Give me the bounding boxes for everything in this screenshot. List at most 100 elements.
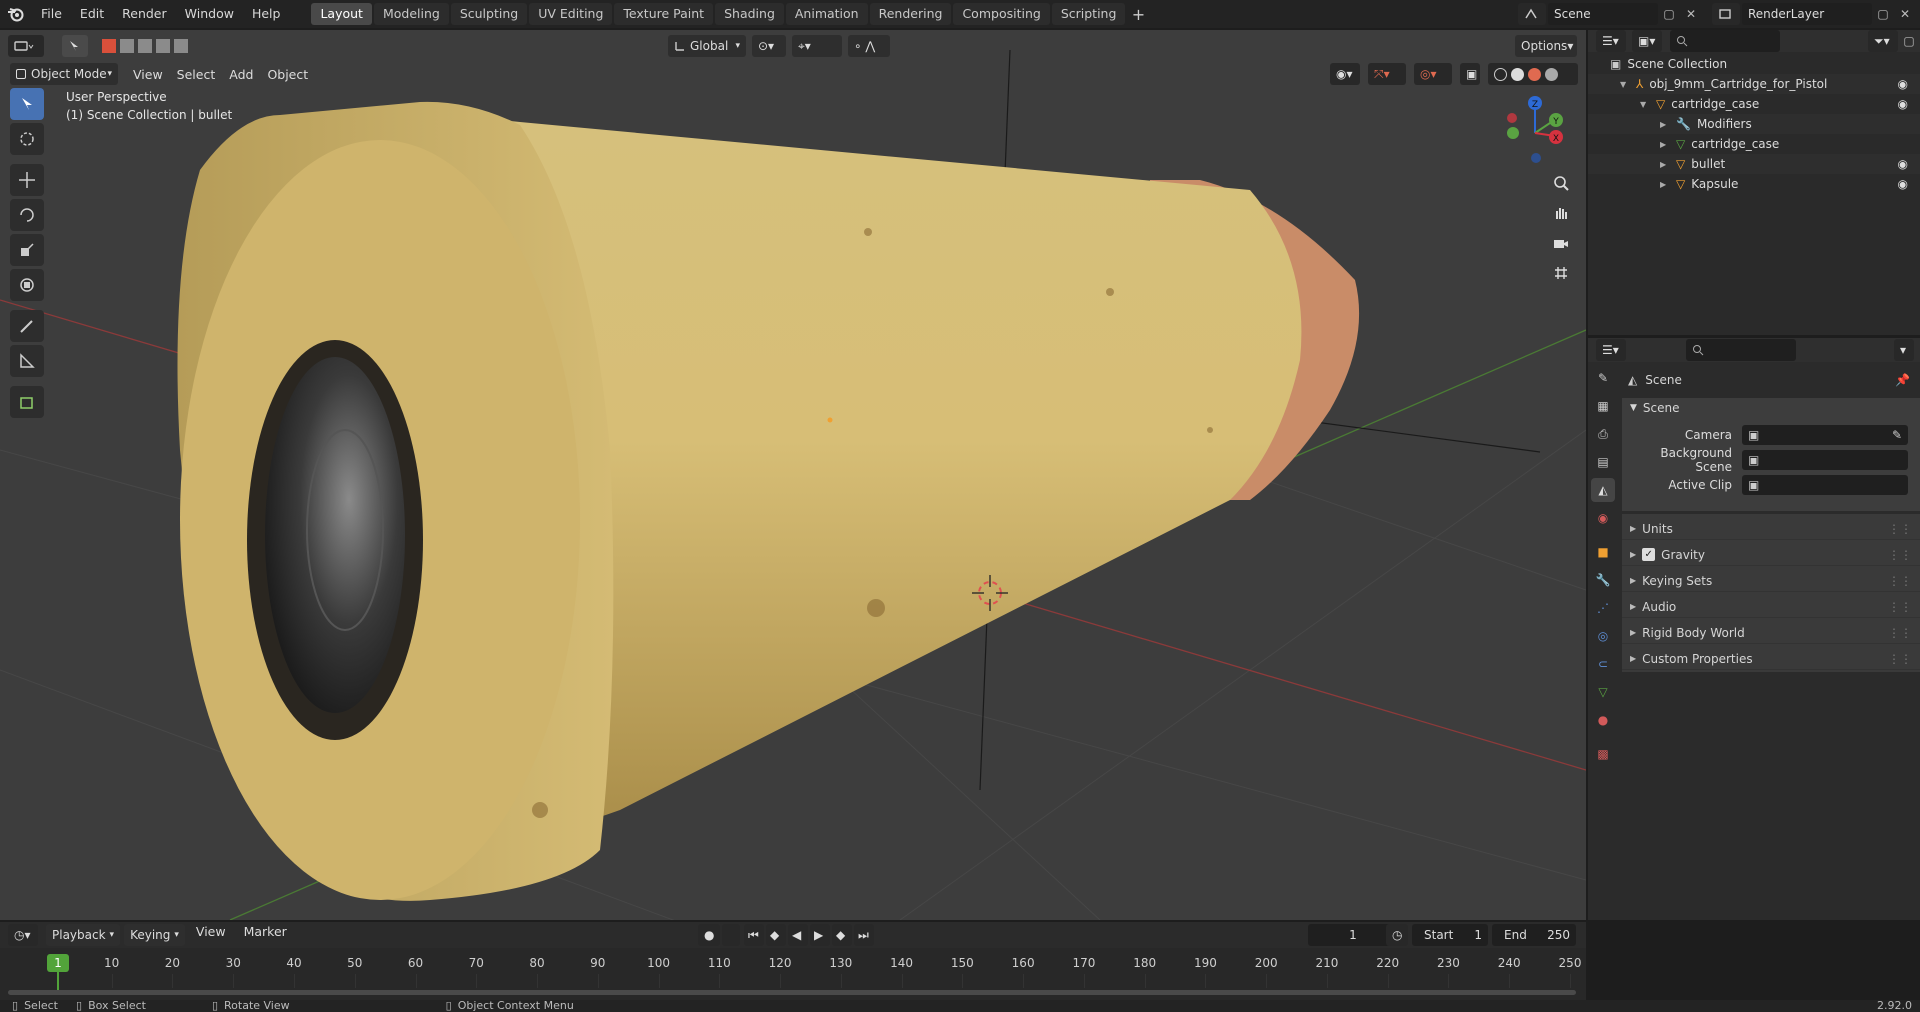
drag-handle-icon[interactable]: ⋮⋮ <box>1888 626 1912 640</box>
delete-view-layer-icon[interactable]: ✕ <box>1894 3 1916 25</box>
transform-orientation-dropdown[interactable]: Global ▾ <box>668 35 746 57</box>
play-button[interactable]: ▶ <box>810 924 830 946</box>
keying-set-button[interactable] <box>722 924 740 946</box>
tab-rendering[interactable]: Rendering <box>869 3 952 25</box>
outliner-item-obj_9mm_cartridge_for_pistol[interactable]: ▼ ⅄ obj_9mm_Cartridge_for_Pistol ◉ <box>1588 74 1920 94</box>
start-frame-field[interactable]: Start 1 <box>1412 924 1488 946</box>
tool-tab-icon[interactable]: ✎ <box>1591 366 1615 390</box>
tab-layout[interactable]: Layout <box>311 3 372 25</box>
subpanel-keying-sets[interactable]: ▶ Keying Sets ⋮⋮ <box>1622 570 1920 592</box>
editor-type-button[interactable] <box>8 35 44 57</box>
overlays-toggle[interactable]: ◎▾ <box>1414 63 1452 85</box>
visibility-eye-icon[interactable]: ◉ <box>1898 97 1908 111</box>
outliner-search-field[interactable] <box>1670 30 1780 52</box>
property-field[interactable]: ▣ <box>1742 449 1908 470</box>
disclosure-arrow-icon[interactable]: ▼ <box>1640 100 1652 109</box>
drag-handle-icon[interactable]: ⋮⋮ <box>1888 652 1912 666</box>
move-tool[interactable] <box>10 164 44 196</box>
timeline-editor-type[interactable]: ◷▾ <box>8 924 38 946</box>
timeline-scrollbar[interactable] <box>8 990 1576 995</box>
viewport-menu-select[interactable]: Select <box>170 67 223 82</box>
scene-panel-header[interactable]: ▼ Scene <box>1622 398 1920 418</box>
visibility-dropdown[interactable]: ◉▾ <box>1330 63 1360 85</box>
ortho-grid-icon[interactable] <box>1548 260 1574 286</box>
outliner-root-collection[interactable]: ▣ Scene Collection <box>1588 54 1920 74</box>
xray-toggle[interactable]: ▣ <box>1460 63 1480 85</box>
outliner-item-modifiers[interactable]: ▶ 🔧 Modifiers <box>1588 114 1920 134</box>
new-scene-icon[interactable]: ▢ <box>1658 3 1680 25</box>
outliner-item-cartridge_case[interactable]: ▼ ▽ cartridge_case ◉ <box>1588 94 1920 114</box>
outliner-panel[interactable]: ☰▾ ▣▾ ⏷▾ ▢ ▣ Scene Collection ▼ ⅄ obj_9mm_Ca… <box>1588 30 1920 335</box>
tab-animation[interactable]: Animation <box>785 3 868 25</box>
disclosure-arrow-icon[interactable]: ▼ <box>1620 80 1632 89</box>
data-tab-icon[interactable]: ▽ <box>1591 680 1615 704</box>
outliner-item-bullet[interactable]: ▶ ▽ bullet ◉ <box>1588 154 1920 174</box>
timeline-playhead[interactable]: 1 <box>47 954 69 972</box>
output-tab-icon[interactable]: ⎙ <box>1591 422 1615 446</box>
material-tab-icon[interactable]: ● <box>1591 708 1615 732</box>
property-field[interactable]: ▣ <box>1742 474 1908 495</box>
snap-dropdown[interactable]: ⌖▾ <box>792 35 842 57</box>
drag-handle-icon[interactable]: ⋮⋮ <box>1888 600 1912 614</box>
view-layer-tab-icon[interactable]: ▤ <box>1591 450 1615 474</box>
object-mode-dropdown[interactable]: Object Mode ▾ <box>10 63 118 85</box>
menu-file[interactable]: File <box>32 0 71 28</box>
visibility-eye-icon[interactable]: ◉ <box>1898 157 1908 171</box>
scene-browse-button[interactable] <box>1518 3 1546 25</box>
camera-view-icon[interactable] <box>1548 230 1574 256</box>
select-box-tool[interactable] <box>10 88 44 120</box>
selection-mode-icons[interactable] <box>102 39 188 53</box>
visibility-eye-icon[interactable]: ◉ <box>1898 77 1908 91</box>
particles-tab-icon[interactable]: ⋰ <box>1591 596 1615 620</box>
annotate-tool[interactable] <box>10 310 44 342</box>
current-frame-field[interactable]: 1 <box>1308 924 1398 946</box>
blender-logo-icon[interactable] <box>0 0 32 28</box>
tab-compositing[interactable]: Compositing <box>953 3 1050 25</box>
tab-scripting[interactable]: Scripting <box>1051 3 1126 25</box>
scale-tool[interactable] <box>10 234 44 266</box>
disclosure-arrow-icon[interactable]: ▶ <box>1660 180 1672 189</box>
outliner-item-cartridge_case[interactable]: ▶ ▽ cartridge_case <box>1588 134 1920 154</box>
prev-keyframe-button[interactable]: ◆ <box>766 924 786 946</box>
options-dropdown[interactable]: Options ▾ <box>1515 35 1577 57</box>
timeline-track-area[interactable]: 10 20 30 40 50 60 70 80 90 100 110 120 130 140 150 160 1… <box>0 948 1586 1002</box>
scene-name-field[interactable]: Scene <box>1548 3 1658 25</box>
auto-keying-button[interactable]: ● <box>698 924 720 946</box>
viewport-menu-view[interactable]: View <box>126 67 170 82</box>
preview-range-button[interactable]: ◷ <box>1386 924 1408 946</box>
outliner-item-kapsule[interactable]: ▶ ▽ Kapsule ◉ <box>1588 174 1920 194</box>
measure-tool[interactable] <box>10 345 44 377</box>
tab-sculpting[interactable]: Sculpting <box>450 3 528 25</box>
object-tab-icon[interactable]: ■ <box>1591 540 1615 564</box>
tab-shading[interactable]: Shading <box>715 3 784 25</box>
subpanel-custom-properties[interactable]: ▶ Custom Properties ⋮⋮ <box>1622 648 1920 670</box>
new-view-layer-icon[interactable]: ▢ <box>1872 3 1894 25</box>
add-workspace-icon[interactable]: + <box>1127 3 1149 25</box>
delete-scene-icon[interactable]: ✕ <box>1680 3 1702 25</box>
navigation-gizmo[interactable]: Z Y X <box>1500 88 1570 168</box>
select-tool-button[interactable] <box>62 35 88 57</box>
new-collection-icon[interactable]: ▢ <box>1898 34 1920 48</box>
subpanel-gravity[interactable]: ▶ ✓ Gravity ⋮⋮ <box>1622 544 1920 566</box>
eyedropper-icon[interactable]: ✎ <box>1892 428 1902 442</box>
shading-modes[interactable] <box>1488 63 1578 85</box>
tab-modeling[interactable]: Modeling <box>373 3 449 25</box>
viewport-menu-object[interactable]: Object <box>260 67 315 82</box>
drag-handle-icon[interactable]: ⋮⋮ <box>1888 574 1912 588</box>
properties-panel[interactable]: ☰▾ ▾ ✎ ▦ ⎙ ▤ ◭ ◉ ■ 🔧 ⋰ ◎ ⊂ ▽ ● ▩ ◭ Scene … <box>1588 338 1920 920</box>
menu-help[interactable]: Help <box>243 0 290 28</box>
outliner-filter[interactable]: ⏷▾ <box>1868 30 1898 52</box>
subpanel-rigid-body-world[interactable]: ▶ Rigid Body World ⋮⋮ <box>1622 622 1920 644</box>
jump-start-button[interactable]: ⏮ <box>744 924 764 946</box>
jump-end-button[interactable]: ⏭ <box>854 924 874 946</box>
timeline-menu-marker[interactable]: Marker <box>237 924 294 946</box>
world-tab-icon[interactable]: ◉ <box>1591 506 1615 530</box>
constraints-tab-icon[interactable]: ⊂ <box>1591 652 1615 676</box>
disclosure-arrow-icon[interactable]: ▶ <box>1660 140 1672 149</box>
physics-tab-icon[interactable]: ◎ <box>1591 624 1615 648</box>
modifier-tab-icon[interactable]: 🔧 <box>1591 568 1615 592</box>
gizmo-toggle[interactable]: ⤧▾ <box>1368 63 1406 85</box>
viewport-scene[interactable] <box>0 30 1586 920</box>
outliner-display-mode[interactable]: ▣▾ <box>1632 30 1662 52</box>
properties-editor-type[interactable]: ☰▾ <box>1596 339 1626 361</box>
